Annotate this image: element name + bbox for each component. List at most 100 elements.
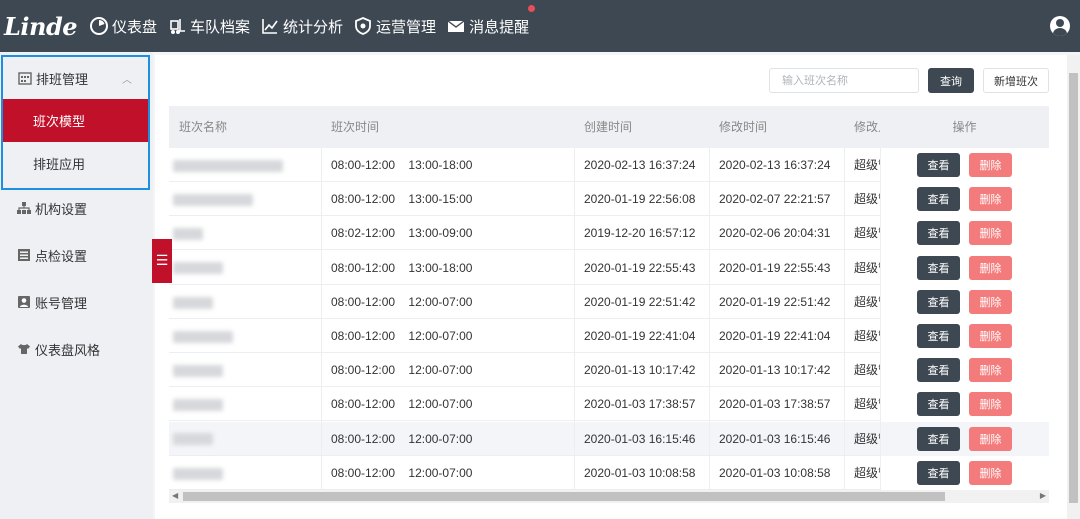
column-header-modified: 修改时间 bbox=[719, 120, 768, 134]
nav-item-fleet[interactable]: 车队档案 bbox=[168, 16, 250, 37]
add-shift-button[interactable]: 新增班次 bbox=[983, 68, 1049, 93]
table-row[interactable]: 08:00-12:00 13:00-18:00 2020-02-13 16:37:… bbox=[169, 148, 1049, 182]
mail-icon bbox=[447, 20, 465, 32]
vertical-scrollbar-thumb[interactable] bbox=[1069, 73, 1078, 503]
sidebar-item-label: 机构设置 bbox=[35, 202, 88, 218]
delete-button[interactable]: 删除 bbox=[969, 324, 1012, 348]
view-button[interactable]: 查看 bbox=[917, 392, 960, 417]
sidebar-collapse-toggle[interactable]: ☰ bbox=[152, 239, 172, 283]
sidebar-item-shift-application[interactable]: 排班应用 bbox=[3, 142, 148, 185]
cell-shift-time: 08:00-12:00 12:00-07:00 bbox=[331, 294, 473, 309]
table-row[interactable]: 08:00-12:00 12:00-07:00 2020-01-03 17:38:… bbox=[169, 387, 1049, 422]
shift-table: 班次名称 班次时间 创建时间 修改时间 修改人 操作 08:00-12:00 1… bbox=[169, 106, 1049, 503]
cell-created: 2020-01-03 17:38:57 bbox=[584, 397, 696, 412]
table-row[interactable]: 08:00-12:00 12:00-07:00 2020-01-03 16:15:… bbox=[169, 421, 1049, 456]
scroll-right-icon[interactable]: ▶ bbox=[1040, 491, 1046, 500]
delete-button[interactable]: 删除 bbox=[969, 426, 1012, 451]
delete-button[interactable]: 删除 bbox=[969, 187, 1012, 212]
view-button[interactable]: 查看 bbox=[917, 358, 960, 383]
column-header-modifier: 修改人 bbox=[854, 120, 880, 134]
cell-modifier: 超级管理员 bbox=[854, 465, 880, 480]
horizontal-scrollbar-thumb[interactable] bbox=[183, 492, 945, 501]
nav-label: 车队档案 bbox=[190, 17, 251, 36]
horizontal-scrollbar[interactable]: ◀ ▶ bbox=[169, 490, 1049, 503]
chevron-up-icon: ︿ bbox=[122, 75, 132, 86]
cell-modified: 2020-02-07 22:21:57 bbox=[719, 192, 831, 207]
sidebar-group-header[interactable]: 排班管理 ︿ bbox=[3, 57, 148, 99]
nav-item-dashboard[interactable]: 仪表盘 bbox=[90, 16, 157, 37]
menu-icon: ☰ bbox=[155, 253, 169, 269]
view-button[interactable]: 查看 bbox=[917, 255, 960, 280]
table-row[interactable]: 08:00-12:00 12:00-07:00 2020-01-13 10:17:… bbox=[169, 353, 1049, 388]
cell-actions: 查看 删除 bbox=[880, 421, 1049, 456]
sidebar-item-shift-model[interactable]: 班次模型 bbox=[3, 99, 148, 142]
cell-shift-time: 08:00-12:00 12:00-07:00 bbox=[331, 329, 473, 343]
table-row[interactable]: 08:00-12:00 12:00-07:00 2020-01-03 10:08:… bbox=[169, 455, 1049, 490]
sidebar-item-dashboard-style[interactable]: 仪表盘风格 bbox=[0, 327, 153, 371]
delete-button[interactable]: 删除 bbox=[969, 358, 1012, 383]
column-divider bbox=[880, 148, 881, 503]
query-button[interactable]: 查询 bbox=[928, 68, 974, 93]
cell-modifier: 超级管理员 bbox=[854, 431, 880, 446]
nav-label: 运营管理 bbox=[376, 17, 437, 36]
shift-name-search-input[interactable] bbox=[769, 68, 919, 93]
sidebar-item-account-management[interactable]: 账号管理 bbox=[0, 280, 153, 324]
cell-shift-name-redacted bbox=[169, 182, 321, 216]
cell-actions: 查看 删除 bbox=[880, 387, 1049, 422]
cell-modified: 2020-01-19 22:55:43 bbox=[719, 260, 831, 275]
checklist-icon bbox=[18, 249, 30, 261]
delete-button[interactable]: 删除 bbox=[969, 289, 1012, 314]
table-row[interactable]: 08:02-12:00 13:00-09:00 2019-12-20 16:57:… bbox=[169, 216, 1049, 251]
sidebar-item-label: 点检设置 bbox=[35, 249, 88, 265]
user-avatar-icon[interactable] bbox=[1050, 16, 1070, 36]
scroll-left-icon[interactable]: ◀ bbox=[172, 491, 178, 500]
view-button[interactable]: 查看 bbox=[917, 153, 960, 177]
cell-modified: 2020-01-03 17:38:57 bbox=[719, 397, 831, 412]
column-header-created: 创建时间 bbox=[584, 120, 633, 134]
delete-button[interactable]: 删除 bbox=[969, 460, 1012, 485]
cell-modifier: 超级管理员 bbox=[854, 329, 880, 343]
view-button[interactable]: 查看 bbox=[917, 221, 960, 246]
cell-actions: 查看 删除 bbox=[880, 216, 1049, 251]
cell-modifier: 超级管理员 bbox=[854, 192, 880, 207]
vertical-scrollbar[interactable] bbox=[1067, 55, 1080, 519]
view-button[interactable]: 查看 bbox=[917, 289, 960, 314]
cell-actions: 查看 删除 bbox=[880, 250, 1049, 285]
cell-actions: 查看 删除 bbox=[880, 284, 1049, 319]
delete-button[interactable]: 删除 bbox=[969, 153, 1012, 177]
nav-label: 消息提醒 bbox=[469, 17, 530, 36]
delete-button[interactable]: 删除 bbox=[969, 221, 1012, 246]
column-divider bbox=[709, 148, 710, 503]
table-row[interactable]: 08:00-12:00 12:00-07:00 2020-01-19 22:51:… bbox=[169, 284, 1049, 319]
cell-created: 2020-02-13 16:37:24 bbox=[584, 158, 696, 172]
table-row[interactable]: 08:00-12:00 12:00-07:00 2020-01-19 22:41:… bbox=[169, 319, 1049, 353]
nav-label: 仪表盘 bbox=[112, 17, 158, 36]
sidebar-item-org-settings[interactable]: 机构设置 bbox=[0, 186, 153, 230]
nav-item-messages[interactable]: 消息提醒 bbox=[447, 4, 536, 37]
cell-shift-time: 08:02-12:00 13:00-09:00 bbox=[331, 226, 473, 241]
cell-actions: 查看 删除 bbox=[880, 353, 1049, 388]
column-divider bbox=[844, 148, 845, 503]
column-header-actions: 操作 bbox=[880, 106, 1049, 148]
view-button[interactable]: 查看 bbox=[917, 426, 960, 451]
cell-actions: 查看 删除 bbox=[880, 455, 1049, 490]
view-button[interactable]: 查看 bbox=[917, 460, 960, 485]
delete-button[interactable]: 删除 bbox=[969, 392, 1012, 417]
table-row[interactable]: 08:00-12:00 13:00-18:00 2020-01-19 22:55:… bbox=[169, 250, 1049, 285]
cell-created: 2020-01-19 22:55:43 bbox=[584, 260, 696, 275]
cell-actions: 查看 删除 bbox=[880, 148, 1049, 182]
column-divider bbox=[321, 148, 322, 503]
view-button[interactable]: 查看 bbox=[917, 324, 960, 348]
sidebar-item-inspection-settings[interactable]: 点检设置 bbox=[0, 233, 153, 277]
sidebar: 排班管理 ︿ 班次模型 排班应用 机构设置 点检设置 账号管理 仪表盘风格 bbox=[0, 52, 153, 519]
linde-logo[interactable]: Linde bbox=[4, 12, 90, 41]
cell-modifier: 超级管理员 bbox=[854, 363, 880, 378]
delete-button[interactable]: 删除 bbox=[969, 255, 1012, 280]
view-button[interactable]: 查看 bbox=[917, 187, 960, 212]
nav-item-operations[interactable]: 运营管理 bbox=[354, 16, 436, 37]
cell-created: 2019-12-20 16:57:12 bbox=[584, 226, 696, 241]
nav-item-stats[interactable]: 统计分析 bbox=[261, 16, 343, 37]
table-row[interactable]: 08:00-12:00 13:00-15:00 2020-01-19 22:56:… bbox=[169, 182, 1049, 217]
cell-modified: 2020-01-03 10:08:58 bbox=[719, 465, 831, 480]
gauge-icon bbox=[90, 17, 108, 35]
